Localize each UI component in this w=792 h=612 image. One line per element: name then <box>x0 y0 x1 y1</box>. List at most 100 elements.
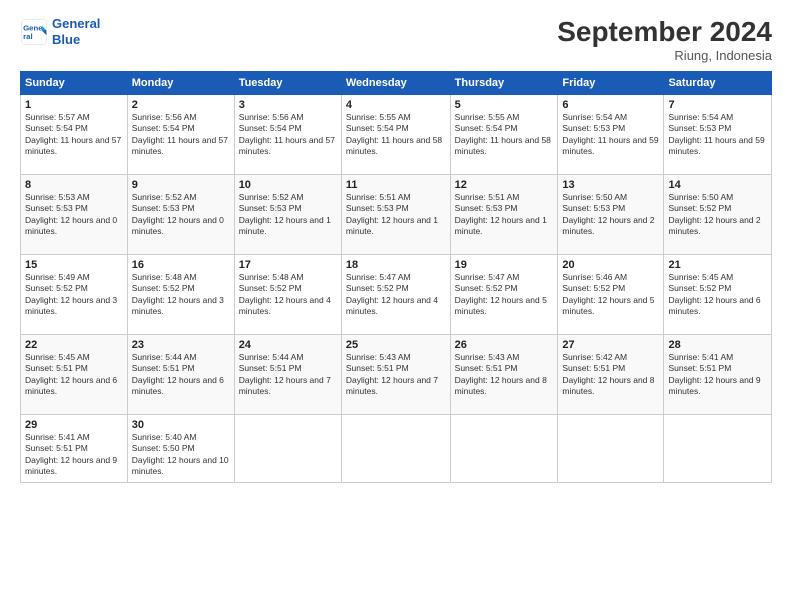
calendar-week-row: 22Sunrise: 5:45 AMSunset: 5:51 PMDayligh… <box>21 335 772 415</box>
day-info: Sunrise: 5:52 AMSunset: 5:53 PMDaylight:… <box>132 192 230 238</box>
day-info: Sunrise: 5:55 AMSunset: 5:54 PMDaylight:… <box>455 112 554 158</box>
day-number: 2 <box>132 99 230 111</box>
day-number: 5 <box>455 99 554 111</box>
calendar-cell: 3Sunrise: 5:56 AMSunset: 5:54 PMDaylight… <box>234 95 341 175</box>
calendar-cell <box>341 415 450 483</box>
day-info: Sunrise: 5:54 AMSunset: 5:53 PMDaylight:… <box>668 112 767 158</box>
page: Gene ral General Blue September 2024 Riu… <box>0 0 792 612</box>
day-number: 22 <box>25 339 123 351</box>
logo-icon: Gene ral <box>20 18 48 46</box>
calendar-cell: 16Sunrise: 5:48 AMSunset: 5:52 PMDayligh… <box>127 255 234 335</box>
month-title: September 2024 <box>557 16 772 48</box>
calendar-cell: 2Sunrise: 5:56 AMSunset: 5:54 PMDaylight… <box>127 95 234 175</box>
day-info: Sunrise: 5:40 AMSunset: 5:50 PMDaylight:… <box>132 432 230 478</box>
day-number: 18 <box>346 259 446 271</box>
calendar-cell: 4Sunrise: 5:55 AMSunset: 5:54 PMDaylight… <box>341 95 450 175</box>
calendar-cell <box>450 415 558 483</box>
calendar-cell: 15Sunrise: 5:49 AMSunset: 5:52 PMDayligh… <box>21 255 128 335</box>
calendar-header-row: SundayMondayTuesdayWednesdayThursdayFrid… <box>21 72 772 95</box>
calendar-week-row: 15Sunrise: 5:49 AMSunset: 5:52 PMDayligh… <box>21 255 772 335</box>
day-info: Sunrise: 5:56 AMSunset: 5:54 PMDaylight:… <box>132 112 230 158</box>
calendar-cell: 8Sunrise: 5:53 AMSunset: 5:53 PMDaylight… <box>21 175 128 255</box>
calendar-cell: 20Sunrise: 5:46 AMSunset: 5:52 PMDayligh… <box>558 255 664 335</box>
calendar-week-row: 1Sunrise: 5:57 AMSunset: 5:54 PMDaylight… <box>21 95 772 175</box>
day-number: 26 <box>455 339 554 351</box>
day-info: Sunrise: 5:50 AMSunset: 5:52 PMDaylight:… <box>668 192 767 238</box>
calendar-cell: 19Sunrise: 5:47 AMSunset: 5:52 PMDayligh… <box>450 255 558 335</box>
day-info: Sunrise: 5:44 AMSunset: 5:51 PMDaylight:… <box>132 352 230 398</box>
day-info: Sunrise: 5:45 AMSunset: 5:51 PMDaylight:… <box>25 352 123 398</box>
col-header-saturday: Saturday <box>664 72 772 95</box>
day-info: Sunrise: 5:53 AMSunset: 5:53 PMDaylight:… <box>25 192 123 238</box>
day-info: Sunrise: 5:47 AMSunset: 5:52 PMDaylight:… <box>455 272 554 318</box>
col-header-tuesday: Tuesday <box>234 72 341 95</box>
calendar-cell: 9Sunrise: 5:52 AMSunset: 5:53 PMDaylight… <box>127 175 234 255</box>
day-number: 14 <box>668 179 767 191</box>
day-number: 19 <box>455 259 554 271</box>
logo-text: General Blue <box>52 16 100 47</box>
day-info: Sunrise: 5:51 AMSunset: 5:53 PMDaylight:… <box>346 192 446 238</box>
calendar-cell: 26Sunrise: 5:43 AMSunset: 5:51 PMDayligh… <box>450 335 558 415</box>
col-header-friday: Friday <box>558 72 664 95</box>
logo-line1: General <box>52 16 100 31</box>
calendar-cell: 22Sunrise: 5:45 AMSunset: 5:51 PMDayligh… <box>21 335 128 415</box>
calendar-table: SundayMondayTuesdayWednesdayThursdayFrid… <box>20 71 772 483</box>
day-number: 7 <box>668 99 767 111</box>
calendar-cell: 28Sunrise: 5:41 AMSunset: 5:51 PMDayligh… <box>664 335 772 415</box>
day-info: Sunrise: 5:48 AMSunset: 5:52 PMDaylight:… <box>239 272 337 318</box>
calendar-cell: 25Sunrise: 5:43 AMSunset: 5:51 PMDayligh… <box>341 335 450 415</box>
calendar-cell: 6Sunrise: 5:54 AMSunset: 5:53 PMDaylight… <box>558 95 664 175</box>
day-number: 27 <box>562 339 659 351</box>
day-number: 29 <box>25 419 123 431</box>
col-header-monday: Monday <box>127 72 234 95</box>
day-info: Sunrise: 5:43 AMSunset: 5:51 PMDaylight:… <box>455 352 554 398</box>
calendar-cell: 12Sunrise: 5:51 AMSunset: 5:53 PMDayligh… <box>450 175 558 255</box>
day-info: Sunrise: 5:41 AMSunset: 5:51 PMDaylight:… <box>668 352 767 398</box>
day-info: Sunrise: 5:52 AMSunset: 5:53 PMDaylight:… <box>239 192 337 238</box>
col-header-sunday: Sunday <box>21 72 128 95</box>
header: Gene ral General Blue September 2024 Riu… <box>20 16 772 63</box>
calendar-cell: 10Sunrise: 5:52 AMSunset: 5:53 PMDayligh… <box>234 175 341 255</box>
day-number: 4 <box>346 99 446 111</box>
day-number: 10 <box>239 179 337 191</box>
calendar-cell: 23Sunrise: 5:44 AMSunset: 5:51 PMDayligh… <box>127 335 234 415</box>
calendar-cell: 21Sunrise: 5:45 AMSunset: 5:52 PMDayligh… <box>664 255 772 335</box>
calendar-cell: 27Sunrise: 5:42 AMSunset: 5:51 PMDayligh… <box>558 335 664 415</box>
day-info: Sunrise: 5:49 AMSunset: 5:52 PMDaylight:… <box>25 272 123 318</box>
calendar-cell <box>558 415 664 483</box>
day-info: Sunrise: 5:46 AMSunset: 5:52 PMDaylight:… <box>562 272 659 318</box>
day-info: Sunrise: 5:44 AMSunset: 5:51 PMDaylight:… <box>239 352 337 398</box>
day-number: 9 <box>132 179 230 191</box>
location: Riung, Indonesia <box>557 48 772 63</box>
logo: Gene ral General Blue <box>20 16 100 47</box>
svg-text:Gene: Gene <box>23 23 43 32</box>
day-number: 16 <box>132 259 230 271</box>
calendar-cell: 24Sunrise: 5:44 AMSunset: 5:51 PMDayligh… <box>234 335 341 415</box>
calendar-cell <box>664 415 772 483</box>
day-number: 28 <box>668 339 767 351</box>
calendar-cell: 17Sunrise: 5:48 AMSunset: 5:52 PMDayligh… <box>234 255 341 335</box>
day-number: 25 <box>346 339 446 351</box>
day-info: Sunrise: 5:48 AMSunset: 5:52 PMDaylight:… <box>132 272 230 318</box>
day-info: Sunrise: 5:45 AMSunset: 5:52 PMDaylight:… <box>668 272 767 318</box>
day-number: 30 <box>132 419 230 431</box>
day-info: Sunrise: 5:57 AMSunset: 5:54 PMDaylight:… <box>25 112 123 158</box>
day-number: 15 <box>25 259 123 271</box>
calendar-cell <box>234 415 341 483</box>
day-info: Sunrise: 5:42 AMSunset: 5:51 PMDaylight:… <box>562 352 659 398</box>
calendar-cell: 7Sunrise: 5:54 AMSunset: 5:53 PMDaylight… <box>664 95 772 175</box>
calendar-cell: 13Sunrise: 5:50 AMSunset: 5:53 PMDayligh… <box>558 175 664 255</box>
col-header-wednesday: Wednesday <box>341 72 450 95</box>
day-info: Sunrise: 5:43 AMSunset: 5:51 PMDaylight:… <box>346 352 446 398</box>
calendar-cell: 30Sunrise: 5:40 AMSunset: 5:50 PMDayligh… <box>127 415 234 483</box>
day-number: 24 <box>239 339 337 351</box>
day-number: 12 <box>455 179 554 191</box>
day-info: Sunrise: 5:47 AMSunset: 5:52 PMDaylight:… <box>346 272 446 318</box>
calendar-week-row: 8Sunrise: 5:53 AMSunset: 5:53 PMDaylight… <box>21 175 772 255</box>
svg-text:ral: ral <box>23 32 33 41</box>
calendar-cell: 11Sunrise: 5:51 AMSunset: 5:53 PMDayligh… <box>341 175 450 255</box>
day-info: Sunrise: 5:41 AMSunset: 5:51 PMDaylight:… <box>25 432 123 478</box>
title-block: September 2024 Riung, Indonesia <box>557 16 772 63</box>
day-number: 11 <box>346 179 446 191</box>
day-number: 20 <box>562 259 659 271</box>
